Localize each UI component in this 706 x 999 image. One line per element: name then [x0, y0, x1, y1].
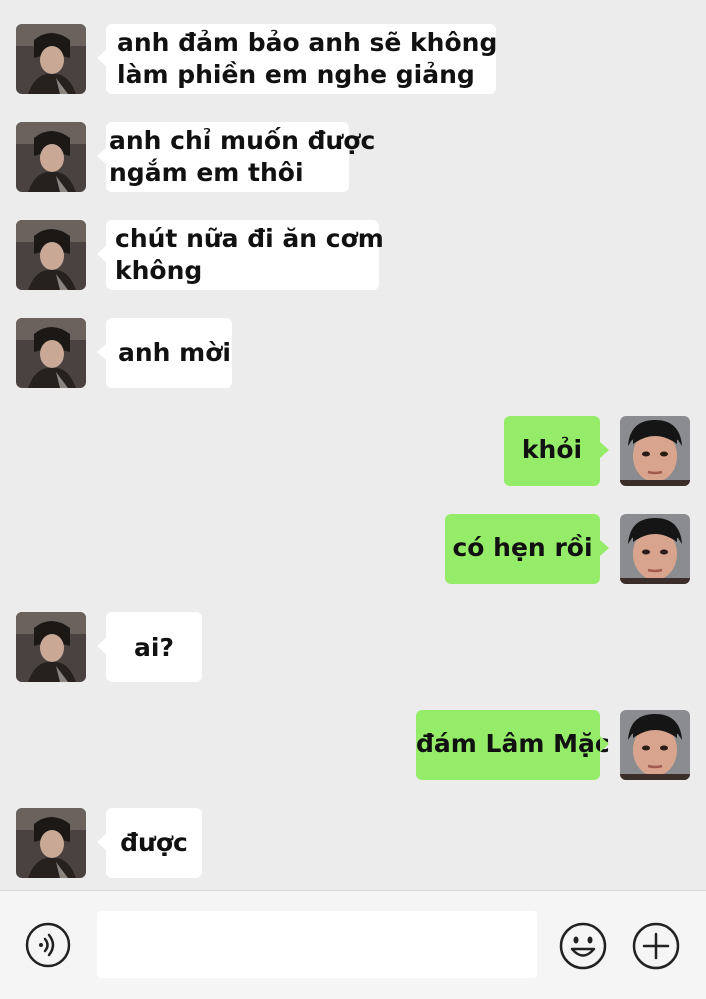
chat-messages-area: anh đảm bảo anh sẽ không làm phiền em ng…: [0, 0, 706, 890]
message-text-line: chút nữa đi ăn cơm: [115, 224, 384, 253]
message-text-line: được: [120, 828, 188, 857]
self-avatar[interactable]: [620, 710, 690, 780]
add-attachment-button[interactable]: [632, 922, 680, 970]
message-text-line: anh đảm bảo anh sẽ không: [117, 28, 498, 57]
contact-avatar[interactable]: [16, 808, 86, 878]
message-bubble-outgoing[interactable]: có hẹn rồi: [445, 514, 609, 584]
message-text-line: khỏi: [521, 435, 583, 464]
message-bubble-incoming[interactable]: chút nữa đi ăn cơm không: [97, 220, 384, 290]
message-text-line: có hẹn rồi: [452, 533, 593, 562]
message-text-line: ngắm em thôi: [109, 158, 304, 187]
self-avatar[interactable]: [620, 416, 690, 486]
message-text-line: làm phiền em nghe giảng: [117, 60, 475, 89]
message-bubble-incoming[interactable]: anh chỉ muốn được ngắm em thôi: [97, 122, 376, 192]
message-bubble-incoming[interactable]: ai?: [97, 612, 202, 682]
voice-input-icon: [25, 922, 71, 968]
message-bubble-outgoing[interactable]: khỏi: [504, 416, 609, 486]
message-input-bar: [0, 890, 706, 999]
message-bubble-incoming[interactable]: được: [97, 808, 202, 878]
contact-avatar[interactable]: [16, 24, 86, 94]
message-text-line: không: [115, 256, 203, 285]
message-text-line: anh chỉ muốn được: [109, 126, 376, 155]
voice-input-button[interactable]: [25, 922, 71, 968]
message-text-line: đám Lâm Mặc: [416, 729, 610, 758]
message-text-line: anh mời: [118, 338, 231, 367]
message-bubble-incoming[interactable]: anh đảm bảo anh sẽ không làm phiền em ng…: [97, 24, 498, 94]
message-text-line: ai?: [134, 633, 174, 662]
message-bubble-incoming[interactable]: anh mời: [97, 318, 232, 388]
contact-avatar[interactable]: [16, 220, 86, 290]
emoji-button[interactable]: [559, 922, 607, 970]
contact-avatar[interactable]: [16, 122, 86, 192]
self-avatar[interactable]: [620, 514, 690, 584]
contact-avatar[interactable]: [16, 318, 86, 388]
plus-icon: [632, 922, 680, 970]
message-bubble-outgoing[interactable]: đám Lâm Mặc: [416, 710, 610, 780]
emoji-icon: [559, 922, 607, 970]
contact-avatar[interactable]: [16, 612, 86, 682]
message-text-input[interactable]: [97, 911, 537, 978]
